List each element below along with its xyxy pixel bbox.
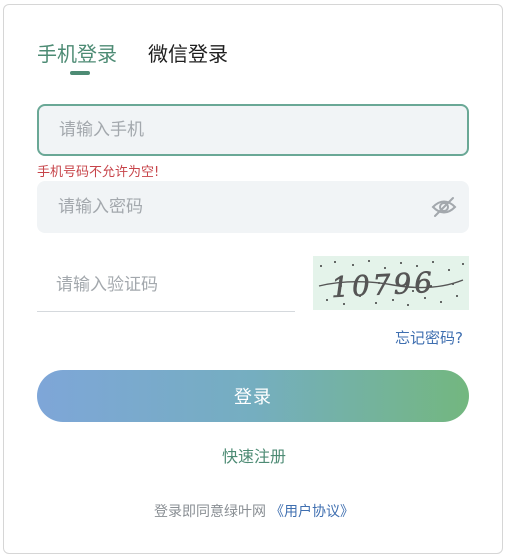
agreement-prefix: 登录即同意绿叶网 (154, 504, 266, 520)
user-agreement-link[interactable]: 《用户协议》 (270, 504, 354, 520)
verification-code-input[interactable] (37, 259, 295, 311)
captcha-text: 10796 (330, 266, 436, 304)
login-button[interactable]: 登录 (37, 370, 469, 422)
quick-register-link[interactable]: 快速注册 (0, 443, 508, 467)
phone-field[interactable] (37, 104, 469, 156)
tab-wechat-login[interactable]: 微信登录 (148, 38, 228, 67)
forgot-password-link[interactable]: 忘记密码? (395, 327, 463, 348)
agreement-text: 登录即同意绿叶网 《用户协议》 (0, 501, 508, 521)
captcha-image[interactable]: 10796 (313, 256, 469, 310)
password-field[interactable] (37, 181, 469, 233)
active-tab-indicator (70, 71, 90, 75)
phone-input[interactable] (39, 106, 467, 154)
password-input[interactable] (37, 181, 469, 233)
eye-off-icon[interactable] (431, 195, 457, 219)
phone-error-message: 手机号码不允许为空! (37, 165, 160, 180)
verification-code-field[interactable] (37, 259, 295, 312)
tab-phone-login[interactable]: 手机登录 (37, 38, 117, 67)
